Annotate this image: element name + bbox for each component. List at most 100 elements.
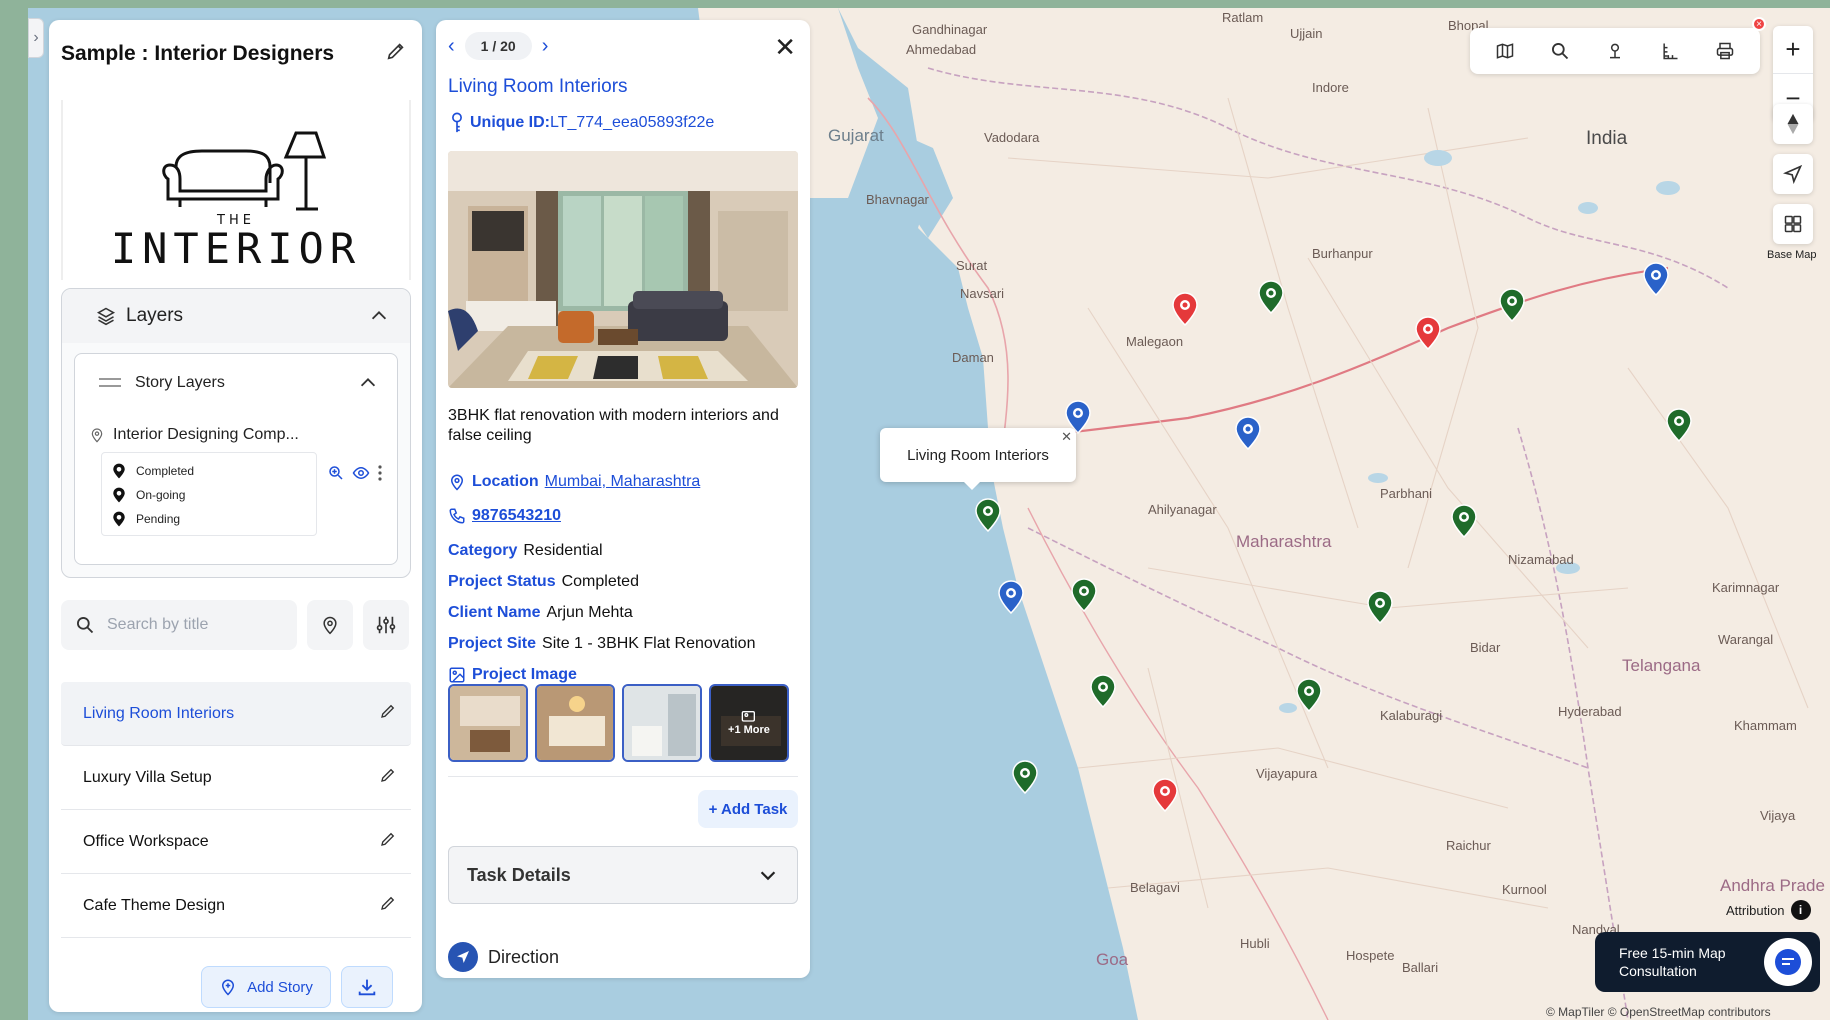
map-compare-icon[interactable]: [1495, 41, 1515, 61]
map-marker-ongoing[interactable]: [1235, 416, 1261, 451]
locate-me-button[interactable]: [1773, 154, 1813, 194]
close-icon[interactable]: ✕: [774, 34, 796, 60]
map-marker-completed[interactable]: [1296, 678, 1322, 713]
layer-item[interactable]: Interior Designing Comp...: [89, 426, 299, 444]
field-key: Category: [448, 542, 518, 559]
edit-story-icon[interactable]: [385, 40, 407, 62]
story-name: Living Room Interiors: [83, 704, 235, 722]
map-marker-pending[interactable]: [1172, 292, 1198, 327]
map-place-label: Gujarat: [828, 126, 884, 145]
pin-icon: [113, 511, 125, 527]
field-key: Project Site: [448, 635, 537, 652]
map-marker-completed[interactable]: [975, 498, 1001, 533]
map-marker-completed[interactable]: [1258, 280, 1284, 315]
map-place-label: Karimnagar: [1712, 580, 1780, 595]
task-details-accordion[interactable]: Task Details: [448, 846, 798, 904]
close-popup-icon[interactable]: ✕: [1061, 429, 1072, 445]
print-icon[interactable]: [1715, 41, 1735, 61]
location-pin-icon: [91, 428, 103, 443]
map-popup: Living Room Interiors ✕: [880, 428, 1076, 490]
map-place-label: Vijayapura: [1256, 766, 1318, 781]
images-icon: [741, 711, 755, 722]
direction-button[interactable]: Direction: [448, 942, 559, 972]
legend-item: Pending: [112, 507, 306, 531]
field-value: Arjun Mehta: [546, 604, 633, 621]
story-title: Sample : Interior Designers: [61, 42, 335, 65]
project-thumbnail[interactable]: [448, 684, 528, 762]
zoom-in-button[interactable]: +: [1773, 26, 1813, 74]
add-location-icon: [222, 979, 235, 996]
map-marker-pending[interactable]: [1152, 778, 1178, 813]
project-thumbnail[interactable]: [535, 684, 615, 762]
map-marker-completed[interactable]: [1012, 760, 1038, 795]
layers-panel: Layers Story Layers Interior Designing C…: [61, 288, 411, 578]
filter-button[interactable]: [363, 600, 409, 650]
sliders-icon: [376, 616, 396, 634]
base-map-icon: [1784, 215, 1802, 233]
measure-icon[interactable]: [1660, 41, 1680, 61]
edit-icon[interactable]: [379, 830, 397, 853]
map-place-label: Surat: [956, 258, 988, 273]
chevron-up-icon[interactable]: [368, 305, 390, 327]
story-list-item[interactable]: Cafe Theme Design: [61, 874, 411, 938]
add-story-button[interactable]: Add Story: [201, 966, 331, 1008]
navigation-icon: [1783, 164, 1803, 184]
add-task-button[interactable]: + Add Task: [698, 790, 798, 828]
collapse-sidebar-button[interactable]: ›: [28, 18, 44, 58]
base-map-button[interactable]: [1773, 204, 1813, 244]
zoom-to-layer-icon[interactable]: [327, 464, 345, 482]
more-options-icon[interactable]: [377, 464, 383, 482]
eye-icon[interactable]: [351, 464, 371, 482]
osm-credit: © MapTiler © OpenStreetMap contributors: [1546, 1005, 1771, 1019]
location-link[interactable]: Mumbai, Maharashtra: [545, 473, 701, 491]
project-thumbnail[interactable]: [622, 684, 702, 762]
project-hero-image[interactable]: [448, 151, 798, 388]
map-marker-ongoing[interactable]: [1643, 262, 1669, 297]
base-map-label: Base Map: [1767, 249, 1817, 261]
map-place-label: Ratlam: [1222, 10, 1264, 25]
pin-icon: [113, 463, 125, 479]
map-marker-completed[interactable]: [1367, 590, 1393, 625]
field-key: Client Name: [448, 604, 541, 621]
location-filter-button[interactable]: [307, 600, 353, 650]
map-marker-ongoing[interactable]: [998, 580, 1024, 615]
edit-icon[interactable]: [379, 702, 397, 725]
info-icon[interactable]: i: [1790, 900, 1811, 920]
map-marker-pending[interactable]: [1415, 316, 1441, 351]
unique-id-value: LT_774_eea05893f22e: [550, 114, 715, 131]
story-list-item[interactable]: Office Workspace: [61, 810, 411, 874]
map-marker-completed[interactable]: [1451, 504, 1477, 539]
pin-icon: [113, 487, 125, 503]
download-button[interactable]: [341, 966, 393, 1008]
sofa-lamp-icon: [162, 131, 326, 211]
story-layers-header[interactable]: Story Layers: [75, 368, 397, 398]
notification-badge[interactable]: ×: [1752, 17, 1766, 31]
map-pin-icon: [323, 616, 337, 635]
edit-icon[interactable]: [379, 894, 397, 917]
more-images-thumbnail[interactable]: +1 More: [709, 684, 789, 762]
layers-header[interactable]: Layers: [62, 289, 410, 343]
map-marker-completed[interactable]: [1090, 674, 1116, 709]
map-marker-completed[interactable]: [1666, 408, 1692, 443]
search-input[interactable]: [107, 616, 277, 634]
edit-icon[interactable]: [379, 766, 397, 789]
story-list-item[interactable]: Living Room Interiors: [61, 682, 411, 746]
map-marker-completed[interactable]: [1071, 578, 1097, 613]
compass-button[interactable]: [1773, 104, 1813, 144]
consultation-cta[interactable]: Free 15-min Map Consultation: [1595, 932, 1820, 992]
story-list-item[interactable]: Luxury Villa Setup: [61, 746, 411, 810]
pin-drop-icon[interactable]: [1605, 41, 1625, 61]
search-icon[interactable]: [1550, 41, 1570, 61]
gallery-icon: [449, 667, 465, 683]
phone-link[interactable]: 9876543210: [472, 507, 561, 525]
chevron-up-icon[interactable]: [357, 372, 379, 394]
legend-label: Completed: [136, 464, 195, 478]
field-value: Site 1 - 3BHK Flat Renovation: [542, 635, 756, 652]
map-place-label: India: [1586, 128, 1628, 149]
drag-handle-icon[interactable]: [99, 376, 121, 390]
map-marker-completed[interactable]: [1499, 288, 1525, 323]
map-place-label: Ahmedabad: [906, 42, 977, 57]
next-story-icon[interactable]: ›: [542, 35, 549, 58]
prev-story-icon[interactable]: ‹: [448, 35, 455, 58]
location-row: Location Mumbai, Maharashtra: [448, 472, 700, 492]
